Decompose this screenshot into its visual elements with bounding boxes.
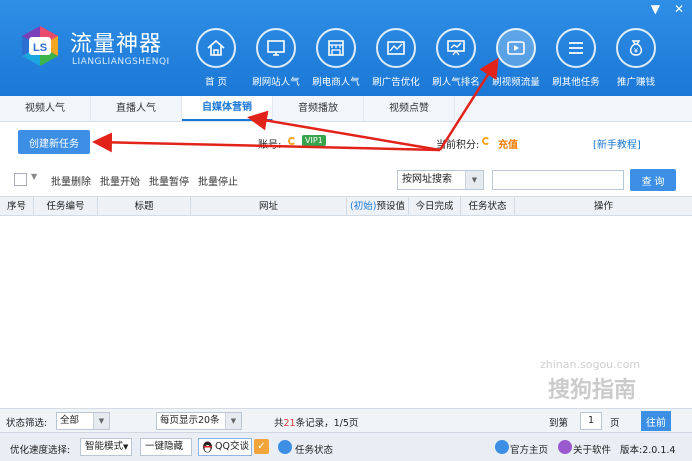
chevron-down-icon: ▼ <box>123 443 129 451</box>
video-icon <box>507 41 525 55</box>
presentation-icon <box>447 40 465 56</box>
go-page-button[interactable]: 往前 <box>641 411 671 431</box>
nav-home[interactable]: 首 页 <box>186 28 246 88</box>
chevron-down-icon: ▼ <box>93 413 109 429</box>
task-status-link[interactable]: 任务状态 <box>295 442 333 456</box>
chevron-down-icon[interactable]: ▼ <box>31 172 37 181</box>
tab-video-likes[interactable]: 视频点赞 <box>364 96 455 121</box>
nav-other-tasks[interactable]: 刷其他任务 <box>546 28 606 88</box>
search-input[interactable] <box>492 170 624 190</box>
app-subtitle: LIANGLIANGSHENQI <box>72 57 170 67</box>
nav-ecommerce-traffic[interactable]: 刷电商人气 <box>306 28 366 88</box>
query-button[interactable]: 查 询 <box>630 169 676 191</box>
status-filter-select[interactable]: 全部 ▼ <box>56 412 110 430</box>
vip-badge: VIP1 <box>302 135 326 146</box>
watermark-url: zhinan.sogou.com <box>540 358 641 371</box>
column-header[interactable]: (初始)预设值 <box>347 197 409 216</box>
tab-audio-play[interactable]: 音频播放 <box>273 96 364 121</box>
task-table-header: 序号 任务编号 标题 网址 (初始)预设值 今日完成 任务状态 操作 <box>0 196 692 216</box>
nav-website-traffic[interactable]: 刷网站人气 <box>246 28 306 88</box>
batch-delete-button[interactable]: 批量删除 <box>51 173 91 188</box>
page-unit: 页 <box>610 418 620 429</box>
record-count: 共21条记录，1/5页 <box>274 418 359 429</box>
goto-label: 到第 <box>549 418 569 429</box>
batch-pause-button[interactable]: 批量暂停 <box>149 173 189 188</box>
home-icon <box>207 39 225 56</box>
per-page-select[interactable]: 每页显示20条 ▼ <box>156 412 242 430</box>
home-globe-icon <box>495 440 509 454</box>
money-bag-icon: ¥ <box>629 40 643 56</box>
task-toolbar: ▼ 批量删除 批量开始 批量暂停 批量停止 按网址搜索 ▼ 查 询 <box>0 162 692 196</box>
qq-penguin-icon <box>203 441 212 453</box>
nav-promote-earn[interactable]: ¥ 推广赚钱 <box>606 28 666 88</box>
official-homepage-link[interactable]: 官方主页 <box>510 442 548 456</box>
about-software-link[interactable]: 关于软件 <box>573 442 611 456</box>
column-header[interactable]: 任务状态 <box>461 197 515 216</box>
beginner-guide-link[interactable]: [新手教程] <box>593 136 641 151</box>
loading-icon <box>288 137 296 145</box>
watermark-brand: 搜狗指南 <box>548 378 637 403</box>
window-controls: ▼ ✕ <box>651 2 684 16</box>
checkmark-icon[interactable]: ✓ <box>254 439 269 454</box>
tab-video-popularity[interactable]: 视频人气 <box>0 96 91 121</box>
app-title: 流量神器 <box>70 32 163 57</box>
recharge-link[interactable]: 充值 <box>498 136 518 151</box>
page-number-input[interactable]: 1 <box>580 412 602 430</box>
nav-video-traffic[interactable]: 刷视频流量 <box>486 28 546 88</box>
svg-text:¥: ¥ <box>634 48 638 55</box>
svg-text:LS: LS <box>33 42 47 54</box>
select-all-checkbox[interactable] <box>14 173 27 186</box>
app-logo: LS <box>22 26 58 66</box>
minimize-button[interactable]: ▼ <box>651 2 660 16</box>
about-icon <box>558 440 572 454</box>
sub-tabs: 视频人气 直播人气 自媒体营销 音频播放 视频点赞 <box>0 96 692 122</box>
tab-live-popularity[interactable]: 直播人气 <box>91 96 182 121</box>
tab-self-media-marketing[interactable]: 自媒体营销 <box>182 96 273 121</box>
batch-stop-button[interactable]: 批量停止 <box>198 173 238 188</box>
monitor-icon <box>267 40 285 56</box>
column-header[interactable]: 标题 <box>98 197 191 216</box>
pagination-bar: 状态筛选: 全部 ▼ 每页显示20条 ▼ 共21条记录，1/5页 到第 1 页 … <box>0 408 692 432</box>
qq-chat-button[interactable]: QQ交谈 <box>198 438 252 456</box>
nav-popularity-ranking[interactable]: 刷人气排名 <box>426 28 486 88</box>
column-header[interactable]: 序号 <box>0 197 34 216</box>
points-label: 当前积分: <box>436 140 480 151</box>
column-header[interactable]: 操作 <box>515 197 692 216</box>
column-header[interactable]: 网址 <box>191 197 347 216</box>
store-icon <box>328 40 344 56</box>
create-task-button[interactable]: 创建新任务 <box>18 130 90 154</box>
account-label: 账号: <box>258 140 282 151</box>
status-bar: 优化速度选择: 智能模式▼ 一键隐藏 QQ交谈 ✓ 任务状态 官方主页 关于软件… <box>0 432 692 461</box>
main-nav: 首 页 刷网站人气 刷电商人气 刷广告优化 刷人气排名 刷视频流量 刷其他任务 … <box>186 28 666 88</box>
loading-icon <box>482 137 490 145</box>
status-filter-label: 状态筛选: <box>6 418 48 429</box>
ad-chart-icon <box>387 41 405 55</box>
speed-mode-select[interactable]: 智能模式▼ <box>80 438 132 456</box>
speed-label: 优化速度选择: <box>10 445 71 456</box>
version-label: 版本:2.0.1.4 <box>620 445 676 456</box>
one-key-hide-button[interactable]: 一键隐藏 <box>140 438 192 456</box>
column-header[interactable]: 任务编号 <box>34 197 98 216</box>
close-button[interactable]: ✕ <box>674 2 684 16</box>
chevron-down-icon: ▼ <box>225 413 241 429</box>
app-header: ▼ ✕ LS 流量神器 LIANGLIANGSHENQI 首 页 刷网站人气 刷… <box>0 0 692 96</box>
batch-start-button[interactable]: 批量开始 <box>100 173 140 188</box>
chevron-down-icon: ▼ <box>465 171 483 189</box>
task-status-icon <box>278 440 292 454</box>
list-icon <box>569 42 583 54</box>
search-mode-select[interactable]: 按网址搜索 ▼ <box>397 170 484 190</box>
column-header[interactable]: 今日完成 <box>409 197 461 216</box>
nav-ad-optimization[interactable]: 刷广告优化 <box>366 28 426 88</box>
